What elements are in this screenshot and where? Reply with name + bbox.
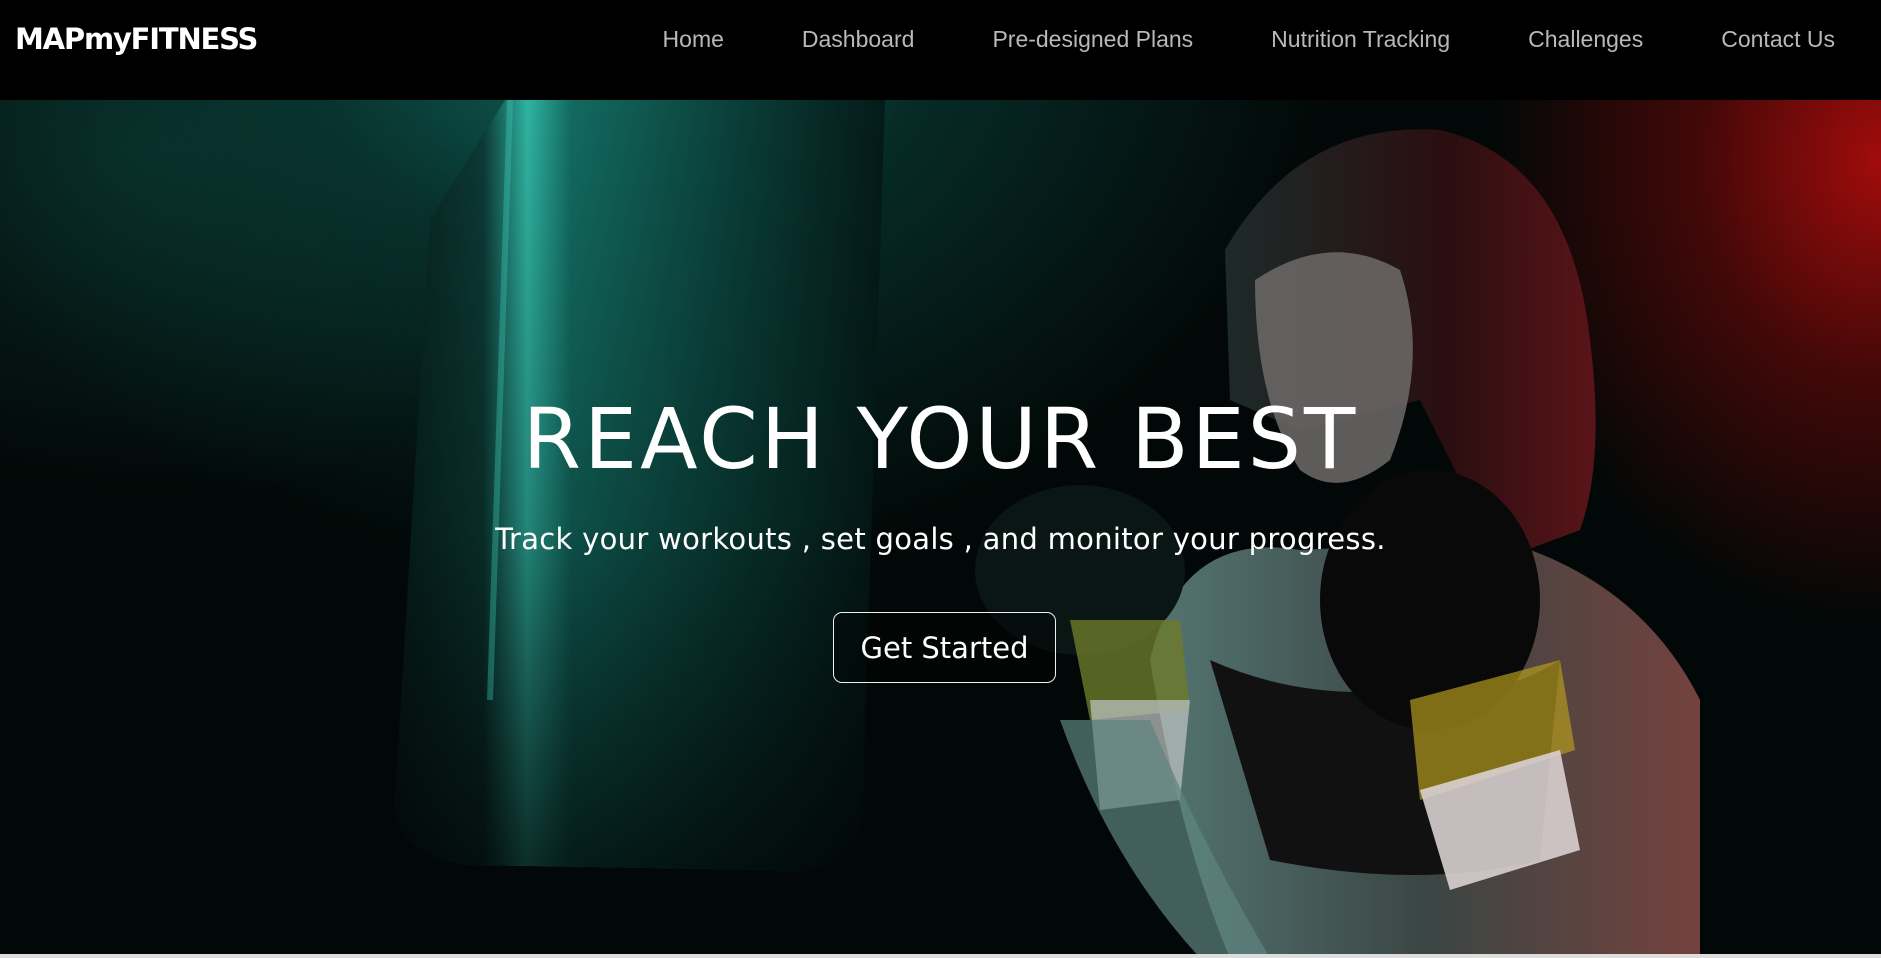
- hero-subtitle: Track your workouts , set goals , and mo…: [495, 522, 1386, 556]
- nav-link-contact-us[interactable]: Contact Us: [1721, 26, 1835, 53]
- nav-link-challenges[interactable]: Challenges: [1528, 26, 1643, 53]
- bottom-edge-divider: [0, 954, 1881, 958]
- brand-logo[interactable]: MAPmyFITNESS: [15, 22, 258, 56]
- hero-section: REACH YOUR BEST Track your workouts , se…: [0, 100, 1881, 958]
- top-navbar: MAPmyFITNESS Home Dashboard Pre-designed…: [0, 0, 1881, 100]
- hero-content: REACH YOUR BEST Track your workouts , se…: [0, 100, 1881, 958]
- nav-link-home[interactable]: Home: [663, 26, 724, 53]
- nav-link-dashboard[interactable]: Dashboard: [802, 26, 915, 53]
- get-started-button[interactable]: Get Started: [833, 612, 1056, 683]
- main-nav: Home Dashboard Pre-designed Plans Nutrit…: [663, 26, 1835, 53]
- nav-link-nutrition-tracking[interactable]: Nutrition Tracking: [1271, 26, 1450, 53]
- hero-headline: REACH YOUR BEST: [522, 390, 1359, 488]
- nav-link-pre-designed-plans[interactable]: Pre-designed Plans: [992, 26, 1193, 53]
